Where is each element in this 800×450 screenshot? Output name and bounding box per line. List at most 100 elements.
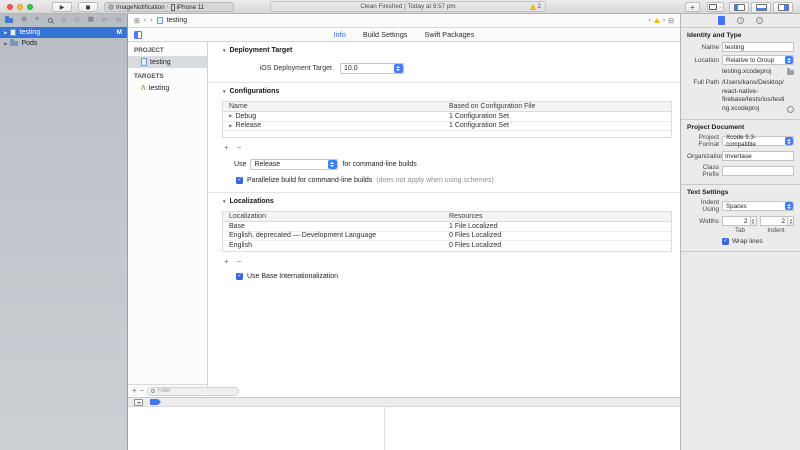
next-issue-icon[interactable]: ›	[663, 17, 665, 24]
console-output[interactable]	[385, 407, 680, 450]
add-localization-button[interactable]: +	[224, 258, 229, 266]
breakpoints-toggle-icon[interactable]	[150, 399, 158, 405]
debug-navigator-icon[interactable]: ▦	[88, 17, 94, 24]
command-line-configuration-dropdown[interactable]: Release	[250, 159, 338, 170]
indent-using-dropdown[interactable]: Spaces	[722, 201, 794, 211]
tab-width-stepper[interactable]: 2	[722, 216, 757, 226]
class-prefix-label: Class Prefix	[687, 164, 719, 178]
location-dropdown[interactable]: Relative to Group	[722, 55, 794, 65]
library-button[interactable]: +	[685, 2, 700, 12]
remove-localization-button[interactable]: −	[237, 258, 242, 266]
reveal-in-finder-icon[interactable]: →	[787, 106, 794, 113]
previous-issue-icon[interactable]: ‹	[648, 17, 650, 24]
tab-info[interactable]: Info	[334, 30, 346, 39]
class-prefix-input[interactable]	[722, 166, 794, 176]
add-target-button[interactable]: +	[132, 387, 137, 395]
stepper-arrows-icon[interactable]	[788, 216, 794, 226]
stop-button[interactable]: ◼	[78, 2, 98, 12]
symbol-navigator-icon[interactable]: ≡	[35, 17, 39, 24]
test-navigator-icon[interactable]: ◇	[74, 17, 79, 24]
base-internationalization-label: Use Base Internationalization	[247, 273, 338, 280]
scheme-target-name[interactable]: ImageNotification	[116, 4, 165, 11]
section-title: Localizations	[229, 198, 273, 205]
toggle-inspector-button[interactable]	[773, 2, 793, 13]
editor-options-icon[interactable]: ⊟	[668, 17, 674, 25]
find-navigator-icon[interactable]	[48, 18, 53, 23]
project-item-testing[interactable]: testing	[128, 56, 207, 68]
project-navigator-icon[interactable]	[5, 18, 13, 24]
back-icon[interactable]: ‹	[144, 17, 146, 24]
file-row-pods[interactable]: ▶ Pods	[0, 38, 127, 49]
minimize-window-icon[interactable]	[17, 4, 23, 10]
close-window-icon[interactable]	[7, 4, 13, 10]
jump-bar-file[interactable]: testing	[167, 17, 188, 24]
table-row[interactable]: Base 1 File Localized	[223, 222, 671, 232]
tab-build-settings[interactable]: Build Settings	[363, 30, 408, 39]
disclosure-icon[interactable]: ▶	[4, 30, 7, 36]
forward-icon[interactable]: ›	[150, 17, 152, 24]
disclosure-icon[interactable]: ▼	[222, 89, 226, 94]
source-control-navigator-icon[interactable]: ⊠	[21, 17, 26, 24]
related-items-icon[interactable]: ⊞	[134, 17, 140, 25]
run-button[interactable]: ▶	[52, 2, 72, 12]
filter-field[interactable]	[147, 387, 239, 396]
disclosure-icon[interactable]: ▼	[222, 48, 226, 53]
stepper-arrows-icon[interactable]	[751, 216, 757, 226]
jump-bar: ⊞ ‹ › testing ‹ › ⊟	[128, 14, 680, 28]
report-navigator-icon[interactable]: ▭	[116, 17, 122, 24]
add-configuration-button[interactable]: +	[224, 144, 229, 152]
toggle-navigator-button[interactable]	[729, 2, 749, 13]
scheme-selector[interactable]: i ImageNotification › iPhone 11	[104, 2, 234, 12]
history-inspector-icon[interactable]: ?	[737, 17, 744, 24]
table-row[interactable]: ▶ Release 1 Configuration Set	[223, 122, 671, 132]
localizations-table: Localization Resources Base 1 File Local…	[222, 211, 672, 252]
remove-target-button[interactable]: −	[140, 387, 145, 395]
zoom-window-icon[interactable]	[27, 4, 33, 10]
table-row[interactable]: English, deprecated — Development Langua…	[223, 232, 671, 242]
project-format-dropdown[interactable]: Xcode 9.3-compatible	[722, 136, 794, 146]
file-row-testing[interactable]: ▶ testing M	[0, 27, 127, 38]
disclosure-icon[interactable]: ▶	[229, 123, 232, 129]
debug-console	[128, 407, 680, 450]
targets-section-header: TARGETS	[128, 68, 207, 82]
ios-deployment-target-dropdown[interactable]: 10.0	[340, 63, 404, 74]
table-row[interactable]: ▶ Debug 1 Configuration Set	[223, 112, 671, 122]
disclosure-icon[interactable]: ▼	[222, 199, 226, 204]
indent-width-value[interactable]: 2	[760, 216, 789, 226]
name-input[interactable]	[722, 42, 794, 52]
organization-input[interactable]	[722, 151, 794, 161]
debug-area-toggle-icon[interactable]	[134, 399, 143, 406]
toggle-debug-area-button[interactable]	[751, 2, 771, 13]
disclosure-icon[interactable]: ▶	[4, 41, 7, 47]
target-item-testing[interactable]: Λ testing	[128, 82, 207, 94]
modified-badge: M	[117, 29, 122, 36]
filter-input[interactable]	[157, 388, 235, 394]
breakpoint-navigator-icon[interactable]: ▻	[102, 17, 107, 24]
tab-swift-packages[interactable]: Swift Packages	[424, 30, 474, 39]
scheme-device-name[interactable]: iPhone 11	[177, 4, 205, 11]
configurations-table: Name Based on Configuration File ▶ Debug…	[222, 101, 672, 138]
base-internationalization-checkbox[interactable]: ✓	[236, 273, 243, 280]
dropdown-value: 10.0	[344, 65, 358, 72]
project-list-toggle-icon[interactable]	[134, 31, 142, 39]
filter-icon	[151, 389, 155, 393]
remove-configuration-button[interactable]: −	[237, 144, 242, 152]
tab-width-value[interactable]: 2	[722, 216, 751, 226]
issue-navigator-icon[interactable]: △	[61, 17, 66, 24]
choose-location-folder-icon[interactable]	[787, 70, 794, 75]
full-path-label: Full Path	[687, 79, 719, 86]
quick-help-inspector-icon[interactable]: ?	[756, 17, 763, 24]
inspector-panel-icon	[778, 4, 789, 11]
disclosure-icon[interactable]: ▶	[229, 113, 232, 119]
indent-width-stepper[interactable]: 2	[760, 216, 795, 226]
add-editor-button[interactable]: →	[707, 2, 724, 12]
status-warnings[interactable]: 2	[530, 4, 541, 10]
project-file-name: testing.xcodeproj	[722, 68, 785, 76]
issue-warning-icon[interactable]	[654, 18, 660, 23]
parallelize-checkbox[interactable]: ✓	[236, 177, 243, 184]
file-inspector-icon[interactable]	[718, 16, 725, 25]
table-row[interactable]: English 0 Files Localized	[223, 241, 671, 251]
ios-deployment-target-label: iOS Deployment Target	[222, 65, 332, 72]
wrap-lines-checkbox[interactable]: ✓	[722, 238, 729, 245]
variables-view[interactable]	[128, 407, 385, 450]
